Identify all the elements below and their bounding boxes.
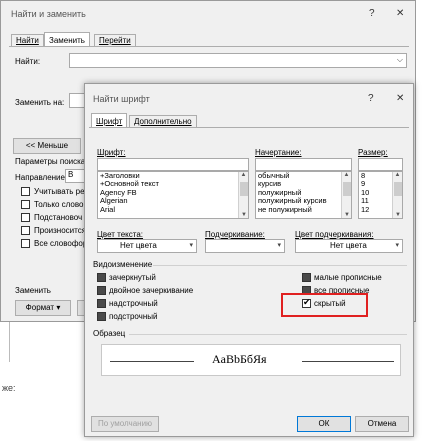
- list-item[interactable]: Algerian: [98, 196, 248, 205]
- superscript-label: надстрочный: [109, 299, 158, 308]
- style-label: Начертание:: [255, 148, 302, 157]
- option-label-4: Произносится: [34, 226, 87, 235]
- less-button[interactable]: << Меньше: [13, 138, 81, 154]
- find-replace-close-icon[interactable]: ✕: [396, 8, 404, 19]
- style-input[interactable]: [255, 158, 352, 171]
- scroll-thumb[interactable]: [343, 182, 351, 196]
- hidden-checkbox[interactable]: [302, 297, 311, 308]
- tab-replace-label: Заменить: [49, 36, 85, 45]
- chevron-down-icon[interactable]: ▾: [277, 241, 281, 249]
- sample-preview: AaBbБбЯя: [101, 344, 401, 376]
- find-font-dialog: Найти шрифт ? ✕ Шрифт Дополнительно Шриф…: [84, 83, 414, 437]
- underline-color-select[interactable]: Нет цвета ▾: [295, 239, 403, 253]
- option-label-3: Подстановоч: [34, 213, 83, 222]
- tab-panel-line: [89, 127, 409, 128]
- find-font-close-icon[interactable]: ✕: [396, 93, 404, 104]
- double-strikethrough-label: двойное зачеркивание: [109, 286, 194, 295]
- subscript-checkbox[interactable]: [97, 312, 106, 321]
- style-list-scrollbar[interactable]: ▲ ▼: [341, 172, 351, 218]
- strikethrough-checkbox[interactable]: [97, 273, 106, 282]
- small-caps-checkbox[interactable]: [302, 273, 311, 282]
- option-label-5: Все словофор: [34, 239, 88, 248]
- subscript-label: подстрочный: [109, 312, 158, 321]
- tab-replace[interactable]: Заменить: [44, 32, 90, 47]
- cancel-button[interactable]: Отмена: [355, 416, 409, 432]
- small-caps-label: малые прописные: [314, 273, 382, 282]
- scroll-up-icon[interactable]: ▲: [239, 172, 248, 178]
- document-edge: [9, 322, 10, 362]
- size-list-scrollbar[interactable]: ▲ ▼: [392, 172, 402, 218]
- chevron-down-icon[interactable]: ⌵: [397, 55, 403, 65]
- tab-font-label: Шрифт: [96, 117, 123, 126]
- font-list-scrollbar[interactable]: ▲ ▼: [238, 172, 248, 218]
- tab-find-label: Найти: [16, 36, 39, 45]
- direction-label: Направление:: [15, 173, 68, 182]
- text-color-select[interactable]: Нет цвета ▾: [97, 239, 197, 253]
- option-checkbox-2[interactable]: [21, 200, 30, 209]
- font-label: Шрифт:: [97, 148, 126, 157]
- size-label: Размер:: [358, 148, 388, 157]
- scroll-thumb[interactable]: [394, 182, 402, 196]
- scroll-up-icon[interactable]: ▲: [342, 172, 351, 178]
- superscript-checkbox[interactable]: [97, 299, 106, 308]
- tab-panel-border: [9, 46, 409, 47]
- effects-separator: [153, 265, 407, 266]
- chevron-down-icon[interactable]: ▾: [395, 241, 399, 249]
- ok-button[interactable]: ОК: [297, 416, 351, 432]
- sample-line-right: [302, 361, 394, 362]
- option-checkbox-1[interactable]: [21, 187, 30, 196]
- effects-label: Видоизменение: [93, 260, 153, 269]
- list-item[interactable]: Arial: [98, 205, 248, 214]
- size-input[interactable]: [358, 158, 403, 171]
- sample-label: Образец: [93, 329, 126, 338]
- find-input[interactable]: ⌵: [69, 53, 407, 68]
- style-list[interactable]: обычный курсив полужирный полужирный кур…: [255, 171, 352, 219]
- size-list[interactable]: 8 9 10 11 12 ▲ ▼: [358, 171, 403, 219]
- replace-section-label: Заменить: [15, 286, 51, 295]
- scroll-up-icon[interactable]: ▲: [393, 172, 402, 178]
- underline-select[interactable]: ▾: [205, 239, 285, 253]
- text-color-label: Цвет текста:: [97, 230, 144, 239]
- underline-color-value: Нет цвета: [330, 241, 367, 250]
- scroll-down-icon[interactable]: ▼: [393, 212, 402, 218]
- strikethrough-label: зачеркнутый: [109, 273, 156, 282]
- option-label-2: Только слово: [34, 200, 84, 209]
- tab-goto-label: Перейти: [99, 36, 131, 45]
- sample-text: AaBbБбЯя: [212, 352, 267, 366]
- find-font-help-button[interactable]: ?: [368, 93, 374, 104]
- hidden-label: скрытый: [314, 299, 346, 308]
- double-strikethrough-checkbox[interactable]: [97, 286, 106, 295]
- document-text: же:: [2, 383, 16, 393]
- tab-advanced-label: Дополнительно: [134, 117, 192, 126]
- find-font-title: Найти шрифт: [93, 94, 150, 104]
- text-color-value: Нет цвета: [120, 241, 157, 250]
- sample-separator: [129, 334, 407, 335]
- find-replace-title: Найти и заменить: [11, 9, 86, 19]
- direction-value: В: [68, 170, 74, 179]
- underline-label: Подчеркивание:: [205, 230, 265, 239]
- option-checkbox-3[interactable]: [21, 213, 30, 222]
- find-label: Найти:: [15, 57, 41, 66]
- sample-line-left: [110, 361, 194, 362]
- format-button[interactable]: Формат ▾: [15, 300, 71, 316]
- option-checkbox-5[interactable]: [21, 239, 30, 248]
- scroll-down-icon[interactable]: ▼: [239, 212, 248, 218]
- find-replace-help-button[interactable]: ?: [369, 8, 375, 19]
- default-button[interactable]: По умолчанию: [91, 416, 159, 432]
- scroll-thumb[interactable]: [240, 182, 248, 196]
- chevron-down-icon[interactable]: ▾: [189, 241, 193, 249]
- search-params-label: Параметры поиска: [15, 157, 86, 166]
- font-list[interactable]: +Заголовки +Основной текст Agency FB Alg…: [97, 171, 249, 219]
- replace-label: Заменить на:: [15, 98, 65, 107]
- tab-font[interactable]: Шрифт: [91, 113, 128, 128]
- font-input[interactable]: [97, 158, 249, 171]
- option-label-1: Учитывать ре: [34, 187, 85, 196]
- list-item[interactable]: не полужирный: [256, 205, 351, 214]
- underline-color-label: Цвет подчеркивания:: [295, 230, 374, 239]
- option-checkbox-4[interactable]: [21, 226, 30, 235]
- scroll-down-icon[interactable]: ▼: [342, 212, 351, 218]
